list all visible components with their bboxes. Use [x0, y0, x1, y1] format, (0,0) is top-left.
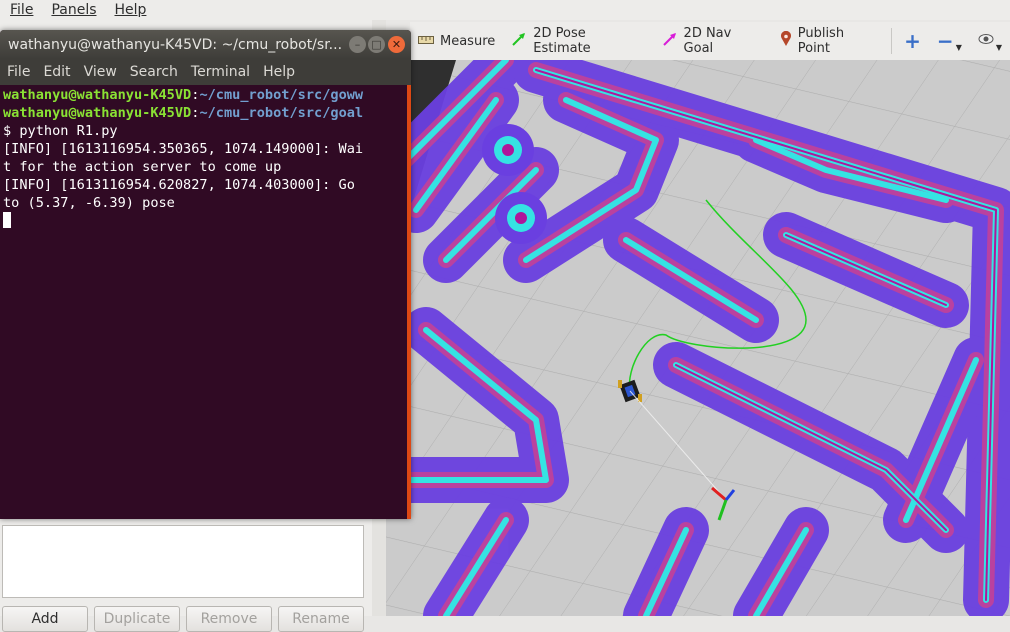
view-toggle-button[interactable]: ▼ [970, 26, 1010, 56]
terminal-line: wathanyu@wathanyu-K45VD:~/cmu_robot/src/… [3, 105, 364, 121]
menu-panels[interactable]: Panels [41, 2, 104, 18]
terminal-line: [INFO] [1613116954.350365, 1074.149000]:… [3, 141, 364, 157]
terminal-line: $ python R1.py [3, 123, 118, 139]
nav-goal-tool[interactable]: 2D Nav Goal [654, 26, 772, 56]
rename-button[interactable]: Rename [278, 606, 364, 632]
magenta-arrow-icon [662, 31, 678, 51]
terminal-scrollbar[interactable] [407, 85, 411, 519]
add-button[interactable]: Add [2, 606, 88, 632]
terminal-menubar: File Edit View Search Terminal Help [0, 59, 411, 85]
publish-point-tool[interactable]: Publish Point [772, 26, 887, 56]
nav-goal-label: 2D Nav Goal [683, 26, 732, 56]
terminal-menu-view[interactable]: View [77, 64, 123, 80]
close-icon: ✕ [391, 38, 402, 51]
menu-file[interactable]: File [0, 2, 41, 18]
pose-estimate-tool[interactable]: 2D Pose Estimate [503, 26, 653, 56]
map-pin-icon [780, 30, 792, 51]
chevron-down-icon: ▼ [955, 42, 962, 52]
text-cursor [3, 212, 11, 228]
measure-label: Measure [440, 33, 496, 49]
costmap-render [386, 60, 1010, 616]
add-tool-button[interactable]: + [896, 26, 929, 56]
remove-button[interactable]: Remove [186, 606, 272, 632]
maximize-icon: □ [371, 38, 382, 51]
toolbar-separator [891, 28, 893, 54]
rviz-toolbar: Measure 2D Pose Estimate 2D Nav Goal Pub… [410, 22, 1010, 60]
measure-tool[interactable]: Measure [410, 26, 503, 56]
eye-icon [978, 33, 994, 49]
terminal-line: [INFO] [1613116954.620827, 1074.403000]:… [3, 177, 355, 193]
terminal-menu-search[interactable]: Search [123, 64, 184, 80]
terminal-title: wathanyu@wathanyu-K45VD: ~/cmu_robot/sr.… [8, 36, 343, 53]
terminal-menu-edit[interactable]: Edit [36, 64, 76, 80]
green-arrow-icon [511, 31, 527, 51]
close-button[interactable]: ✕ [388, 36, 405, 53]
publish-point-label: Publish Point [797, 26, 845, 56]
minimize-button[interactable]: – [349, 36, 366, 53]
minus-icon: − [936, 29, 954, 53]
menu-help[interactable]: Help [105, 2, 155, 18]
duplicate-button[interactable]: Duplicate [94, 606, 180, 632]
ruler-icon [418, 34, 434, 49]
pose-estimate-label: 2D Pose Estimate [533, 26, 591, 56]
terminal-line: to (5.37, -6.39) pose [3, 195, 175, 211]
terminal-menu-help[interactable]: Help [256, 64, 301, 80]
rviz-menubar: File Panels Help [0, 0, 1010, 20]
terminal-menu-terminal[interactable]: Terminal [184, 64, 256, 80]
chevron-down-icon: ▼ [995, 42, 1002, 52]
terminal-output[interactable]: wathanyu@wathanyu-K45VD:~/cmu_robot/src/… [0, 85, 407, 519]
plus-icon: + [904, 29, 921, 53]
displays-list[interactable] [2, 525, 364, 598]
minimize-icon: – [354, 38, 361, 51]
terminal-menu-file[interactable]: File [0, 64, 36, 80]
terminal-cursor-line [3, 212, 404, 230]
terminal-line: wathanyu@wathanyu-K45VD:~/cmu_robot/src/… [3, 87, 364, 103]
maximize-button[interactable]: □ [368, 36, 385, 53]
remove-tool-button[interactable]: − ▼ [929, 26, 970, 56]
terminal-window[interactable]: wathanyu@wathanyu-K45VD: ~/cmu_robot/sr.… [0, 30, 411, 519]
terminal-line: t for the action server to come up [3, 159, 282, 175]
3d-viewport[interactable] [386, 60, 1010, 616]
